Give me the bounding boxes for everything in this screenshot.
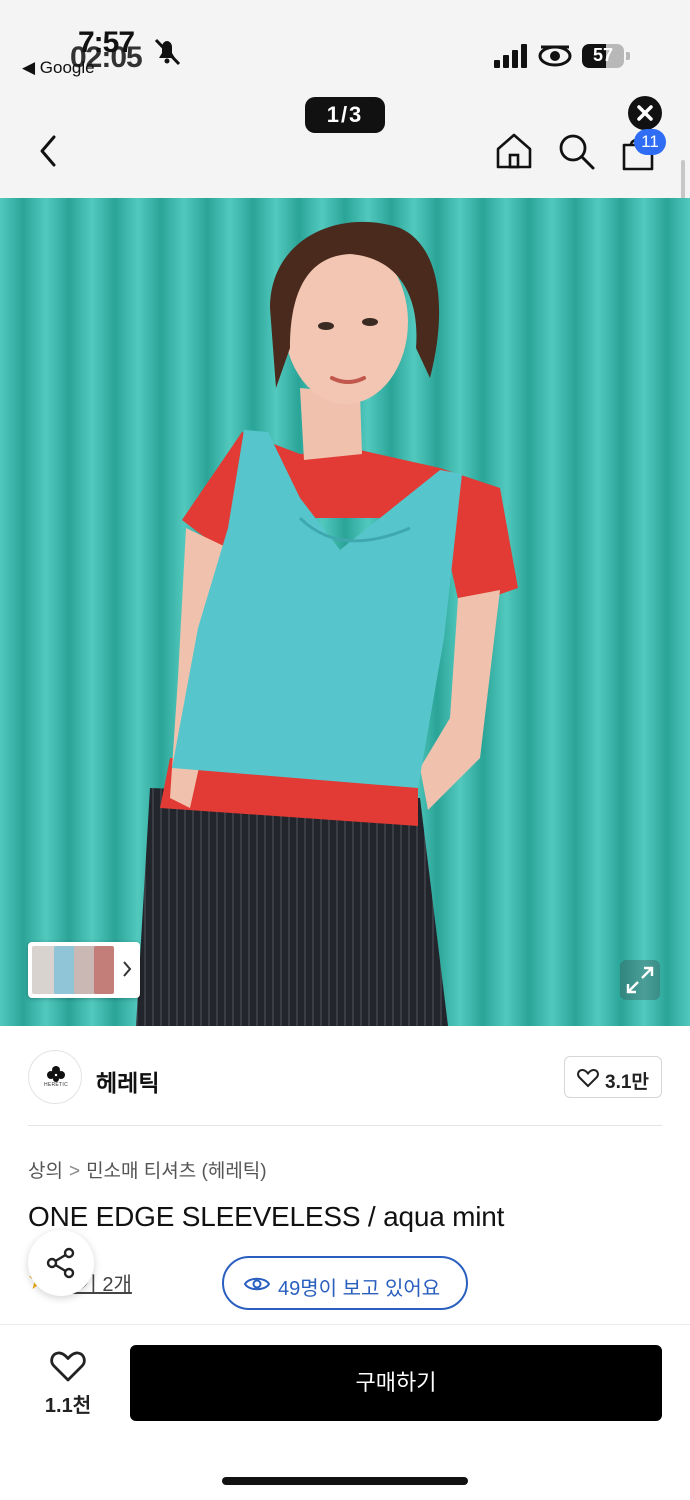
- thumbnail-strip[interactable]: [28, 942, 140, 998]
- home-icon[interactable]: [494, 131, 534, 171]
- expand-image-button[interactable]: [620, 960, 660, 1000]
- breadcrumb-subcategory[interactable]: 민소매 티셔츠 (헤레틱): [86, 1161, 267, 1182]
- signal-icon: [494, 44, 527, 68]
- product-image[interactable]: [0, 198, 690, 1026]
- brand-name[interactable]: 헤레틱: [96, 1064, 159, 1098]
- close-icon: [637, 105, 653, 121]
- battery-icon: 57: [582, 44, 630, 68]
- back-arrow-icon[interactable]: [34, 133, 64, 169]
- viewers-text: 49명이 보고 있어요: [278, 1278, 441, 1300]
- brand-row[interactable]: HERETIC 헤레틱 3.1만: [0, 1026, 690, 1126]
- brand-logo[interactable]: HERETIC: [28, 1050, 82, 1104]
- product-title: ONE EDGE SLEEVELESS / aqua mint: [28, 1201, 505, 1232]
- cart-count-badge: 11: [634, 129, 666, 155]
- like-count: 1.1천: [44, 1395, 92, 1417]
- product-photo: [0, 198, 690, 1026]
- breadcrumb-category[interactable]: 상의: [28, 1161, 63, 1182]
- bell-off-icon: [154, 38, 181, 66]
- viewers-badge: 49명이 보고 있어요: [222, 1256, 468, 1310]
- home-indicator[interactable]: [222, 1477, 468, 1485]
- chevron-right-icon: [123, 961, 132, 977]
- expand-icon: [626, 966, 654, 994]
- brand-emblem-icon: [47, 1066, 65, 1082]
- nav-bar: 1/3: [0, 95, 690, 198]
- back-to-app-link[interactable]: ◀ Google: [22, 58, 95, 78]
- brand-like-count: 3.1만: [605, 1072, 649, 1093]
- buy-button[interactable]: 구매하기: [130, 1345, 662, 1421]
- share-button[interactable]: [28, 1230, 94, 1296]
- close-button[interactable]: [628, 96, 662, 130]
- breadcrumb-separator: >: [68, 1161, 81, 1182]
- battery-level: 57: [592, 45, 614, 65]
- share-icon: [46, 1247, 75, 1279]
- brand-logo-text: HERETIC: [43, 1082, 69, 1088]
- page-indicator: 1/3: [305, 97, 385, 133]
- brand-like-button[interactable]: 3.1만: [564, 1056, 662, 1098]
- heart-icon: [577, 1068, 599, 1088]
- focus-icon: [538, 45, 572, 67]
- status-bar: 7:57 02:05 ◀ Google 57: [0, 0, 690, 95]
- heart-icon[interactable]: [50, 1349, 86, 1383]
- bottom-action-bar: 1.1천 구매하기: [0, 1324, 690, 1500]
- breadcrumb: 상의 > 민소매 티셔츠 (헤레틱): [28, 1156, 267, 1183]
- divider: [28, 1125, 662, 1126]
- eye-icon: [244, 1277, 270, 1291]
- search-icon[interactable]: [556, 131, 596, 171]
